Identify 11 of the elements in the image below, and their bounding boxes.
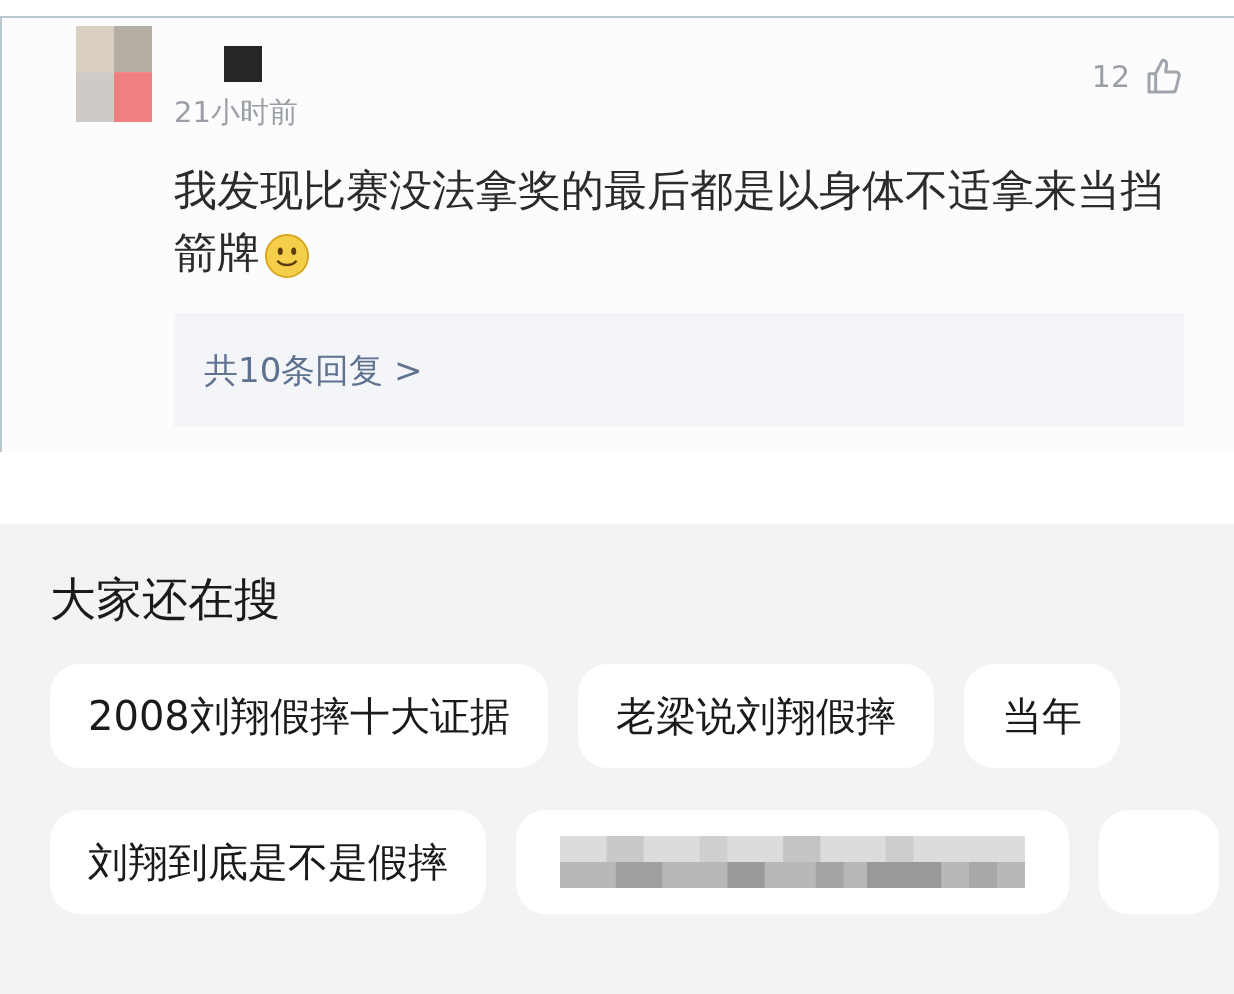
panel-title: 大家还在搜 <box>50 576 281 622</box>
pixelated-username <box>224 46 262 82</box>
search-suggestion-chip[interactable]: 2008刘翔假摔十大证据 <box>50 664 548 768</box>
comment-time: 21小时前 <box>174 98 298 127</box>
search-suggestion-chip[interactable]: 当年 <box>963 664 1120 768</box>
search-suggestion-chip[interactable] <box>516 810 1069 914</box>
replies-link[interactable]: 共10条回复 > <box>204 344 423 396</box>
search-suggestion-chip[interactable]: 刘翔到底是不是假摔 <box>50 810 486 914</box>
search-suggestion-chip[interactable]: 老梁说刘翔假摔 <box>577 664 934 768</box>
smiley-icon <box>264 232 310 279</box>
comment-text: 我发现比赛没法拿奖的最后都是以身体不适拿来当挡箭牌 <box>174 164 1164 281</box>
